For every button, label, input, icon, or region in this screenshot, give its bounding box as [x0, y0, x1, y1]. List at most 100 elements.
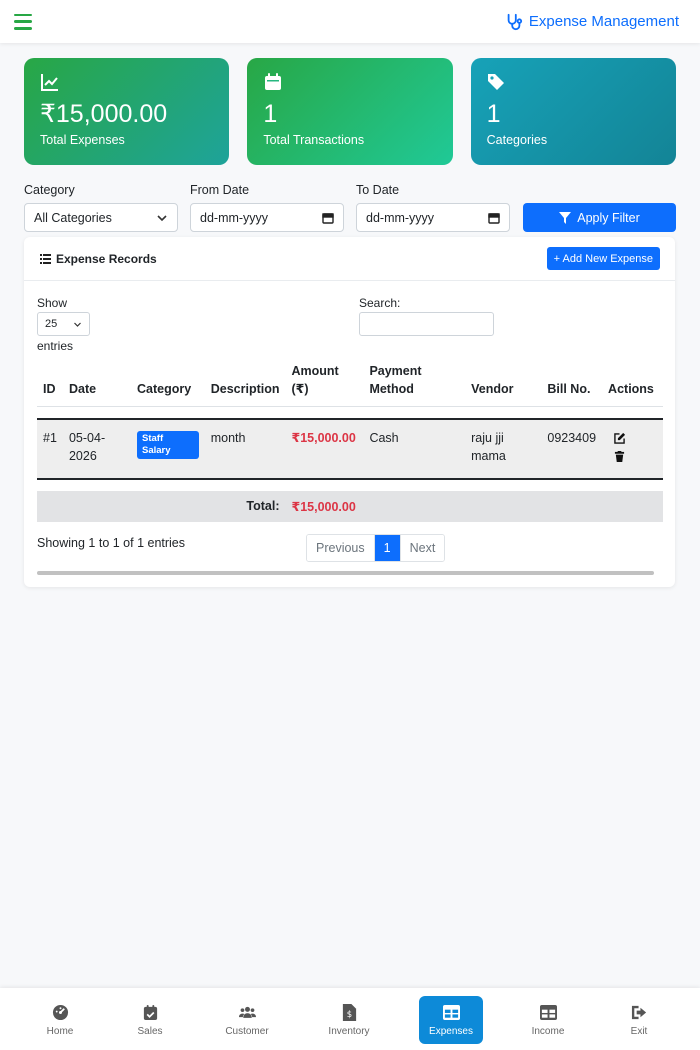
nav-expenses[interactable]: Expenses: [419, 996, 483, 1044]
table-header-row: ID Date Category Description Amount (₹) …: [37, 362, 663, 407]
menu-icon[interactable]: [12, 13, 34, 31]
table-row: #1 05-04-2026 Staff Salary month ₹15,000…: [37, 418, 663, 479]
bottom-nav: Home Sales Customer $ Inventory Expenses…: [0, 988, 700, 1050]
calendar-icon[interactable]: [488, 212, 500, 224]
calendar-check-icon: [143, 1004, 157, 1020]
cell-amount: ₹15,000.00: [291, 430, 356, 445]
dashboard-icon: [52, 1004, 68, 1020]
category-badge: Staff Salary: [137, 430, 199, 459]
top-bar: Expense Management: [0, 0, 700, 43]
cell-payment-method: Cash: [369, 430, 399, 445]
cell-actions: [602, 419, 663, 479]
column-header-vendor[interactable]: Vendor: [465, 362, 541, 407]
pagination-next[interactable]: Next: [399, 535, 445, 561]
stat-card-categories: 1 Categories: [470, 58, 676, 165]
to-date-input[interactable]: dd-mm-yyyy: [356, 203, 510, 232]
column-header-description[interactable]: Description: [205, 362, 286, 407]
column-header-actions: Actions: [608, 382, 654, 396]
entries-label: entries: [37, 339, 74, 353]
add-new-expense-label: + Add New Expense: [553, 252, 653, 265]
cell-vendor: raju jji mama: [471, 430, 506, 463]
entries-per-page-value: 25: [45, 318, 58, 330]
chevron-down-icon: [74, 322, 81, 327]
svg-text:$: $: [346, 1010, 351, 1020]
category-filter: Category All Categories: [24, 183, 178, 232]
showing-entries-text: Showing 1 to 1 of 1 entries: [37, 536, 186, 550]
nav-label: Sales: [137, 1025, 163, 1037]
to-date-value: dd-mm-yyyy: [366, 210, 435, 225]
nav-label: Income: [531, 1025, 565, 1037]
add-new-expense-button[interactable]: + Add New Expense: [546, 247, 660, 270]
users-icon: [238, 1006, 256, 1018]
table-spacer: [37, 407, 663, 419]
nav-inventory[interactable]: $ Inventory: [317, 996, 381, 1044]
to-date-label: To Date: [356, 183, 400, 197]
column-header-amount[interactable]: Amount (₹): [286, 362, 364, 407]
nav-customer[interactable]: Customer: [215, 996, 279, 1044]
column-header-id[interactable]: ID: [37, 362, 63, 407]
table-icon: [442, 1004, 460, 1020]
stat-card-total-transactions: 1 Total Transactions: [247, 58, 453, 165]
search-input[interactable]: [359, 312, 494, 336]
total-amount: ₹15,000.00: [291, 499, 356, 514]
tags-icon: [487, 74, 504, 90]
pagination-previous[interactable]: Previous: [307, 535, 374, 561]
chevron-down-icon: [157, 214, 167, 221]
apply-filter-button[interactable]: Apply Filter: [523, 203, 676, 232]
cell-date: 05-04-2026: [68, 430, 106, 463]
cell-id: #1: [43, 430, 57, 445]
to-date-filter: To Date dd-mm-yyyy: [356, 183, 510, 232]
nav-home[interactable]: Home: [28, 996, 92, 1044]
stat-label: Categories: [486, 132, 548, 147]
from-date-filter: From Date dd-mm-yyyy: [190, 183, 344, 232]
show-label: Show: [37, 296, 68, 310]
stat-label: Total Transactions: [263, 132, 365, 147]
nav-exit[interactable]: Exit: [607, 996, 671, 1044]
nav-label: Expenses: [429, 1025, 473, 1037]
panel-title-text: Expense Records: [56, 251, 157, 266]
table-spacer: [37, 479, 663, 491]
column-header-category[interactable]: Category: [131, 362, 205, 407]
nav-label: Exit: [630, 1025, 648, 1037]
stethoscope-icon: [507, 13, 522, 30]
nav-label: Customer: [225, 1025, 269, 1037]
sign-out-icon: [631, 1005, 646, 1019]
list-icon: [40, 253, 51, 264]
apply-filter-label: Apply Filter: [577, 210, 640, 225]
column-header-payment-method[interactable]: Payment Method: [363, 362, 465, 407]
edit-icon[interactable]: [614, 432, 626, 444]
panel-header: Expense Records + Add New Expense: [24, 237, 675, 281]
cell-category: Staff Salary: [131, 419, 205, 479]
cell-bill-no: 0923409: [547, 430, 597, 445]
chart-line-icon: [41, 74, 58, 91]
pagination-page-1[interactable]: 1: [373, 535, 400, 561]
stats-row: ₹15,000.00 Total Expenses 1 Total Transa…: [0, 43, 700, 165]
column-header-bill-no[interactable]: Bill No.: [541, 362, 602, 407]
stat-card-total-expenses: ₹15,000.00 Total Expenses: [24, 58, 230, 165]
from-date-input[interactable]: dd-mm-yyyy: [190, 203, 344, 232]
app-brand: Expense Management: [505, 13, 679, 31]
column-header-date[interactable]: Date: [63, 362, 131, 407]
nav-income[interactable]: Income: [516, 996, 580, 1044]
table-controls: Show 25 entries Search:: [24, 281, 675, 363]
from-date-value: dd-mm-yyyy: [200, 210, 269, 225]
calendar-icon[interactable]: [322, 212, 334, 224]
stat-value: 1: [263, 100, 278, 128]
trash-icon[interactable]: [614, 450, 625, 462]
cell-description: month: [210, 430, 246, 445]
search-label: Search:: [359, 296, 401, 310]
panel-title: Expense Records: [40, 252, 157, 266]
filter-bar: Category All Categories From Date dd-mm-…: [0, 165, 700, 232]
nav-label: Home: [46, 1025, 74, 1037]
horizontal-scrollbar[interactable]: [37, 571, 654, 575]
stat-value: 1: [486, 100, 501, 128]
category-select[interactable]: All Categories: [24, 203, 178, 232]
file-invoice-icon: $: [342, 1003, 356, 1021]
entries-per-page-select[interactable]: 25: [37, 312, 90, 336]
table-total-row: Total: ₹15,000.00: [37, 490, 663, 522]
nav-sales[interactable]: Sales: [118, 996, 182, 1044]
stat-value: ₹15,000.00: [40, 100, 168, 128]
from-date-label: From Date: [190, 183, 250, 197]
total-row-filler: [363, 491, 663, 522]
expense-table: ID Date Category Description Amount (₹) …: [37, 362, 663, 522]
